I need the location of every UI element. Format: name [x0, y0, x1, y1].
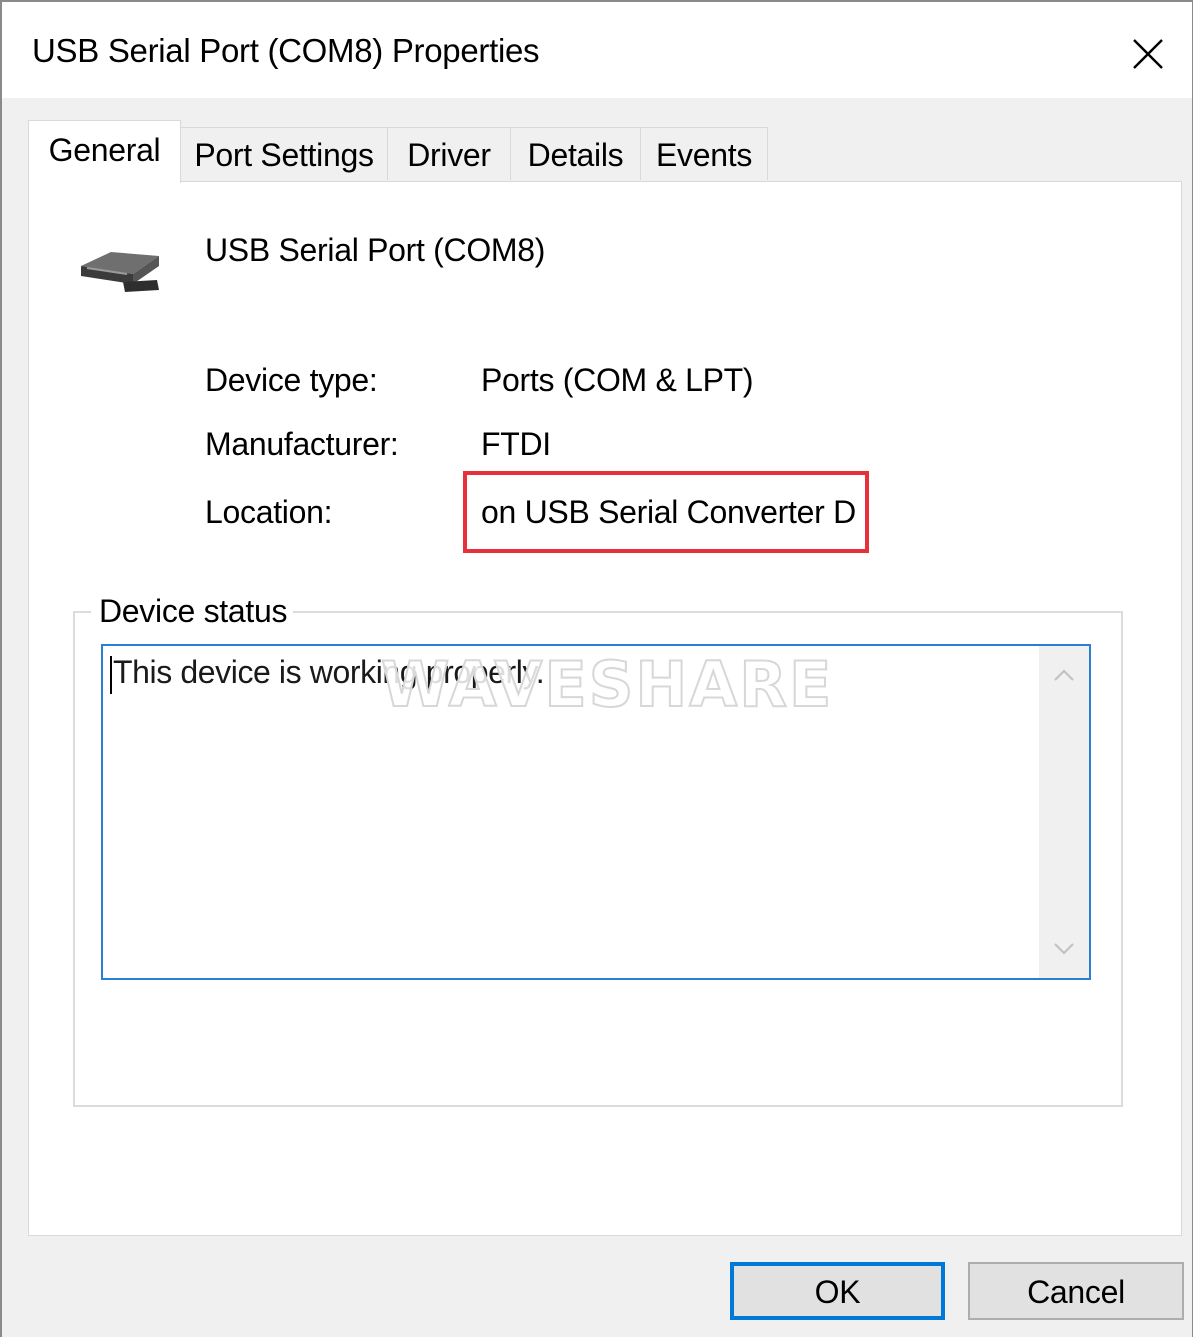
- ok-button-label: OK: [814, 1274, 861, 1310]
- location-label: Location:: [205, 494, 333, 530]
- manufacturer-label: Manufacturer:: [205, 426, 399, 462]
- tab-general[interactable]: General: [28, 120, 181, 183]
- tab-label: Port Settings: [194, 137, 374, 173]
- tab-label: Driver: [407, 137, 491, 173]
- tab-details[interactable]: Details: [510, 127, 641, 180]
- tab-port-settings[interactable]: Port Settings: [180, 127, 388, 180]
- device-status-legend: Device status: [91, 593, 294, 630]
- tab-driver[interactable]: Driver: [387, 127, 511, 180]
- serial-port-icon: [81, 252, 159, 292]
- vertical-scrollbar[interactable]: [1039, 646, 1089, 978]
- window-title: USB Serial Port (COM8) Properties: [32, 32, 540, 69]
- cancel-button-label: Cancel: [1027, 1274, 1125, 1310]
- properties-dialog: USB Serial Port (COM8) Properties Genera…: [0, 0, 1193, 1337]
- device-status-textbox[interactable]: This device is working properly. WAVESHA…: [101, 644, 1091, 980]
- tab-label: General: [48, 132, 161, 168]
- tab-label: Details: [527, 137, 624, 173]
- scroll-down-button[interactable]: [1039, 920, 1089, 978]
- cancel-button[interactable]: Cancel: [968, 1262, 1184, 1320]
- tab-events[interactable]: Events: [640, 127, 768, 180]
- text-caret: [110, 656, 112, 694]
- chevron-down-icon: [1054, 943, 1074, 955]
- manufacturer-value: FTDI: [481, 426, 551, 462]
- location-highlight-box: [463, 471, 869, 553]
- scroll-up-button[interactable]: [1039, 646, 1089, 704]
- device-type-value: Ports (COM & LPT): [481, 362, 754, 398]
- device-type-label: Device type:: [205, 362, 378, 398]
- device-name: USB Serial Port (COM8): [205, 232, 546, 268]
- ok-button[interactable]: OK: [730, 1262, 945, 1320]
- close-button[interactable]: [1118, 24, 1178, 84]
- chevron-up-icon: [1054, 669, 1074, 681]
- close-icon: [1133, 39, 1163, 69]
- title-bar: USB Serial Port (COM8) Properties: [2, 2, 1192, 98]
- tab-label: Events: [655, 137, 753, 173]
- general-tab-panel: USB Serial Port (COM8) Device type: Port…: [28, 181, 1182, 1236]
- device-status-text: This device is working properly.: [113, 654, 545, 690]
